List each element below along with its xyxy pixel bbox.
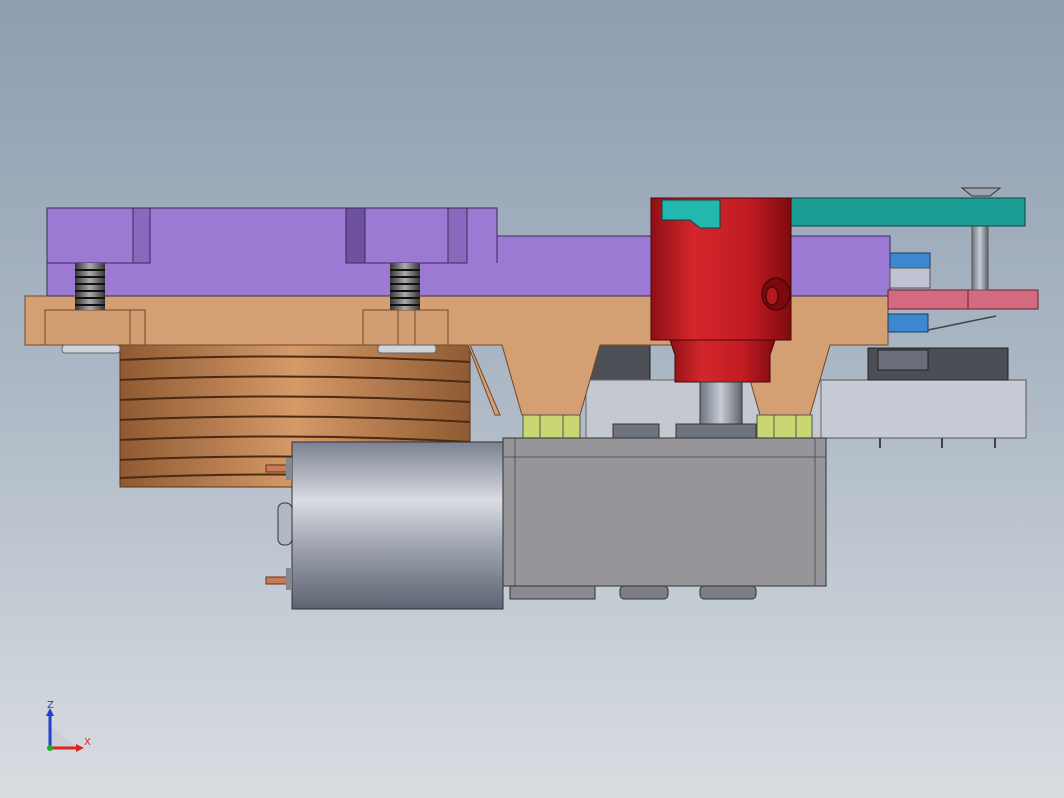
y-axis-dot — [47, 745, 53, 751]
z-axis-label: Z — [47, 700, 54, 711]
gearbox — [502, 437, 827, 600]
cad-viewport[interactable]: Z X — [0, 0, 1064, 798]
assembly-model[interactable] — [0, 0, 1064, 798]
axis-triad: Z X — [46, 700, 91, 752]
switch-housing — [805, 347, 1027, 448]
motor-can — [265, 441, 504, 610]
red-cylinder — [650, 197, 792, 383]
x-axis-label: X — [84, 737, 91, 748]
